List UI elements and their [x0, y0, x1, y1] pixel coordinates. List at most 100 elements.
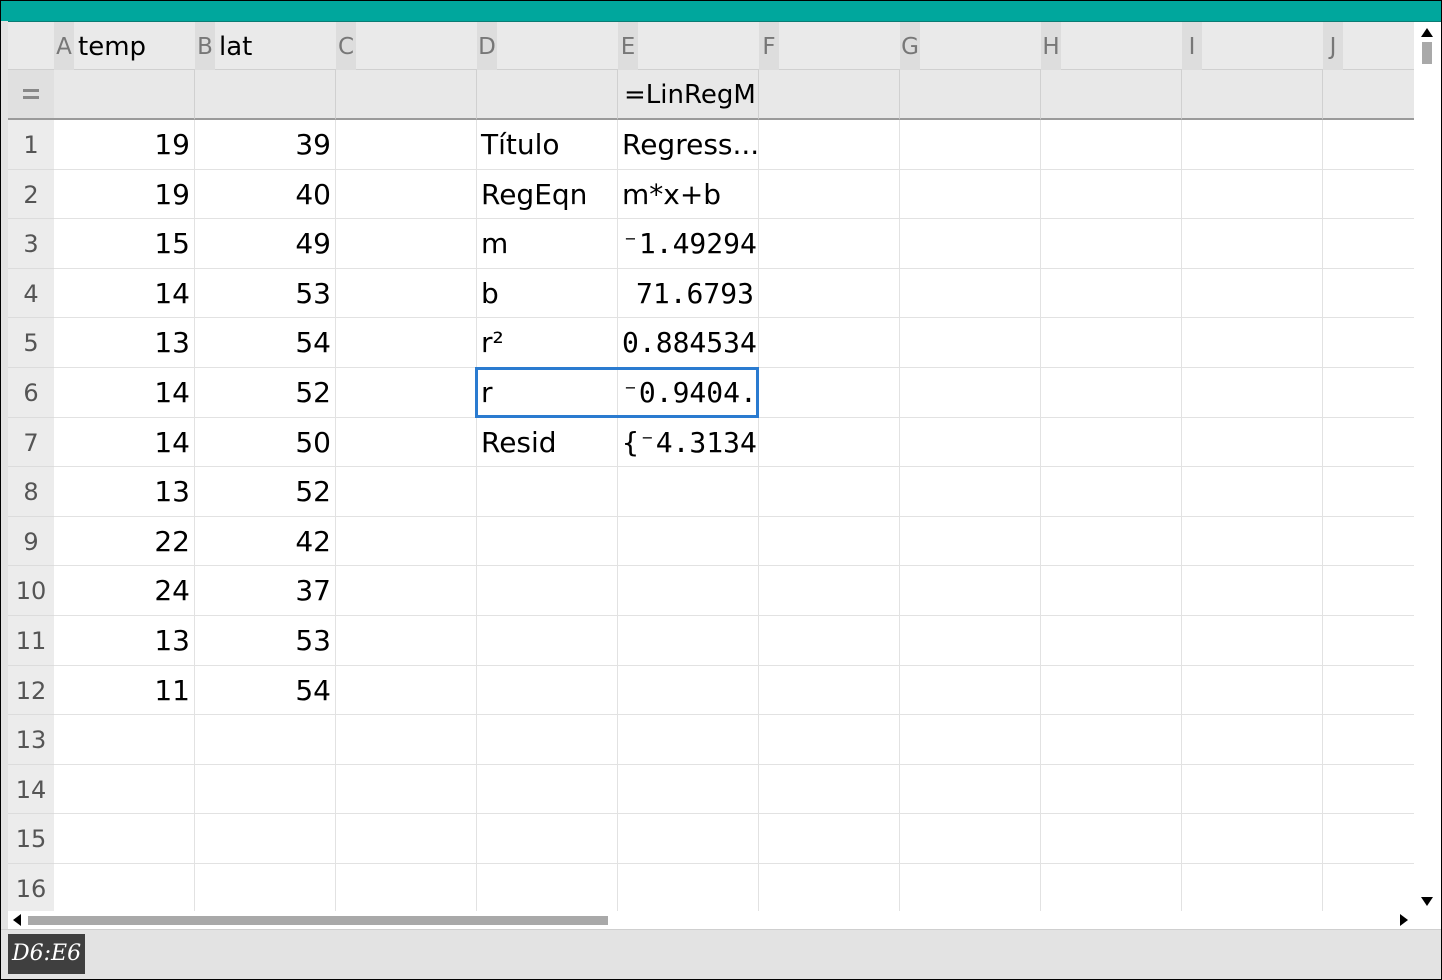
cell-i9[interactable]	[1182, 516, 1323, 567]
cell-d1[interactable]: Título	[477, 120, 618, 170]
cell-i11[interactable]	[1182, 616, 1323, 666]
column-header-f[interactable]: F	[759, 22, 900, 70]
cell-g7[interactable]	[900, 417, 1041, 468]
cell-j7[interactable]	[1323, 418, 1414, 468]
cell-g10[interactable]	[900, 566, 1041, 616]
cell-a14[interactable]	[54, 764, 195, 815]
cell-j11[interactable]	[1323, 616, 1414, 666]
formula-cell-d[interactable]	[477, 70, 618, 120]
cell-g3[interactable]	[900, 219, 1041, 269]
cell-j4[interactable]	[1323, 269, 1414, 319]
cell-i4[interactable]	[1182, 268, 1323, 319]
cell-i7[interactable]	[1182, 417, 1323, 468]
cell-e5[interactable]: 0.884534	[618, 318, 759, 368]
row-header-2[interactable]: 2	[8, 169, 54, 220]
row-header-5[interactable]: 5	[8, 318, 54, 368]
cell-b15[interactable]	[195, 814, 336, 864]
cell-f6[interactable]	[759, 368, 900, 418]
cell-a3[interactable]: 15	[54, 219, 195, 269]
cell-i10[interactable]	[1182, 566, 1323, 616]
cell-e7[interactable]: {⁻4.3134...	[618, 417, 759, 468]
column-header-i[interactable]: I	[1182, 22, 1323, 70]
cell-b1[interactable]: 39	[195, 120, 336, 170]
row-header-13[interactable]: 13	[8, 715, 54, 765]
cell-i8[interactable]	[1182, 467, 1323, 517]
cell-c1[interactable]	[336, 120, 477, 170]
row-header-8[interactable]: 8	[8, 467, 54, 517]
cell-a11[interactable]: 13	[54, 616, 195, 666]
cell-j1[interactable]	[1323, 120, 1414, 170]
cell-e13[interactable]	[618, 715, 759, 765]
row-header-10[interactable]: 10	[8, 566, 54, 616]
cell-i5[interactable]	[1182, 318, 1323, 368]
row-header-1[interactable]: 1	[8, 120, 54, 170]
cell-h10[interactable]	[1041, 566, 1182, 616]
cell-g5[interactable]	[900, 318, 1041, 368]
cell-b4[interactable]: 53	[195, 268, 336, 319]
cell-b9[interactable]: 42	[195, 516, 336, 567]
cell-e12[interactable]	[618, 665, 759, 716]
cell-f3[interactable]	[759, 219, 900, 269]
cell-d4[interactable]: b	[477, 268, 618, 319]
formula-cell-h[interactable]	[1041, 70, 1182, 120]
cell-j6[interactable]	[1323, 368, 1414, 418]
cell-i12[interactable]	[1182, 665, 1323, 716]
cell-d11[interactable]	[477, 616, 618, 666]
horizontal-scrollbar[interactable]	[8, 911, 1414, 929]
cell-b11[interactable]: 53	[195, 616, 336, 666]
column-header-a[interactable]: Atemp	[54, 22, 195, 70]
cell-g1[interactable]	[900, 120, 1041, 170]
row-header-3[interactable]: 3	[8, 219, 54, 269]
cell-h16[interactable]	[1041, 864, 1182, 911]
cell-d16[interactable]	[477, 864, 618, 911]
cell-d15[interactable]	[477, 814, 618, 864]
cell-h11[interactable]	[1041, 616, 1182, 666]
cell-h6[interactable]	[1041, 368, 1182, 418]
cell-e14[interactable]	[618, 764, 759, 815]
cell-c9[interactable]	[336, 516, 477, 567]
cell-e9[interactable]	[618, 516, 759, 567]
cell-e8[interactable]	[618, 467, 759, 517]
cell-a12[interactable]: 11	[54, 665, 195, 716]
cell-g8[interactable]	[900, 467, 1041, 517]
scroll-left-icon[interactable]	[13, 914, 21, 926]
cell-j3[interactable]	[1323, 219, 1414, 269]
cell-c4[interactable]	[336, 268, 477, 319]
cell-a13[interactable]	[54, 715, 195, 765]
cell-j12[interactable]	[1323, 666, 1414, 716]
cell-d9[interactable]	[477, 516, 618, 567]
cell-j13[interactable]	[1323, 715, 1414, 765]
cell-h9[interactable]	[1041, 516, 1182, 567]
cell-h15[interactable]	[1041, 814, 1182, 864]
cell-g4[interactable]	[900, 268, 1041, 319]
cell-b5[interactable]: 54	[195, 318, 336, 368]
cell-b7[interactable]: 50	[195, 417, 336, 468]
cell-j5[interactable]	[1323, 318, 1414, 368]
cell-d5[interactable]: r²	[477, 318, 618, 368]
cell-c6[interactable]	[336, 368, 477, 418]
cell-e11[interactable]	[618, 616, 759, 666]
cell-f5[interactable]	[759, 318, 900, 368]
cell-a6[interactable]: 14	[54, 368, 195, 418]
cell-i16[interactable]	[1182, 864, 1323, 911]
cell-d13[interactable]	[477, 715, 618, 765]
cell-h5[interactable]	[1041, 318, 1182, 368]
cell-d2[interactable]: RegEqn	[477, 169, 618, 220]
row-header-11[interactable]: 11	[8, 616, 54, 666]
row-header-4[interactable]: 4	[8, 268, 54, 319]
cell-f12[interactable]	[759, 665, 900, 716]
row-header-14[interactable]: 14	[8, 764, 54, 815]
cell-h3[interactable]	[1041, 219, 1182, 269]
cell-c3[interactable]	[336, 219, 477, 269]
row-header-15[interactable]: 15	[8, 814, 54, 864]
cell-g11[interactable]	[900, 616, 1041, 666]
cell-g14[interactable]	[900, 764, 1041, 815]
cell-h1[interactable]	[1041, 120, 1182, 170]
cell-b13[interactable]	[195, 715, 336, 765]
cell-e3[interactable]: ⁻1.49294	[618, 219, 759, 269]
cell-h14[interactable]	[1041, 764, 1182, 815]
column-header-j[interactable]: J	[1323, 22, 1414, 70]
cell-b3[interactable]: 49	[195, 219, 336, 269]
cell-g9[interactable]	[900, 516, 1041, 567]
cell-e4[interactable]: 71.6793	[618, 268, 759, 319]
